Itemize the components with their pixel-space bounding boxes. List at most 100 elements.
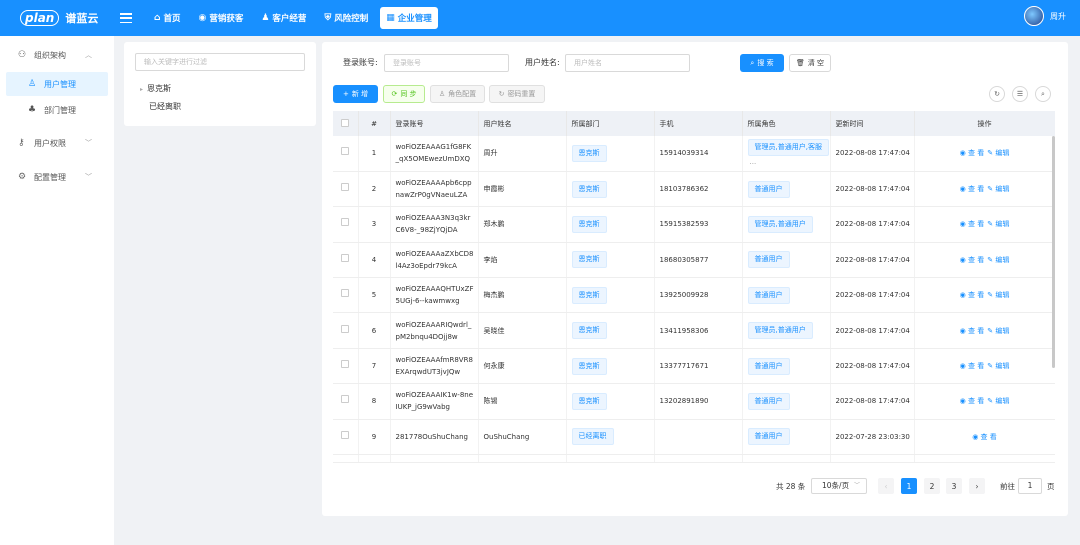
cell-account: woFiOZEAAAfmR8VR8EXArqwdUT3jvJQw bbox=[390, 348, 479, 385]
edit-button[interactable]: ✎ 编辑 bbox=[987, 256, 1009, 264]
row-checkbox[interactable] bbox=[333, 206, 359, 243]
search-icon[interactable]: ⌕ bbox=[1035, 86, 1051, 102]
row-checkbox[interactable] bbox=[333, 419, 359, 456]
row-checkbox[interactable] bbox=[333, 454, 359, 462]
view-label: 查 看 bbox=[968, 291, 985, 300]
page-3-button[interactable]: 3 bbox=[946, 478, 962, 494]
cell-account: woFiOZEAAARIQwdrl_pM2bnqu4DOjj8w bbox=[390, 312, 479, 349]
pagination: 共 28 条 10条/页 ﹀ ‹ 1 2 3 › 前往 1 页 bbox=[322, 478, 1068, 494]
view-button[interactable]: ◉ 查 看 bbox=[960, 397, 985, 405]
edit-button[interactable]: ✎ 编辑 bbox=[987, 220, 1009, 228]
row-index: 4 bbox=[358, 242, 391, 279]
nav-customer[interactable]: ♟ 客户经营 bbox=[255, 7, 312, 29]
table-row[interactable]: 9 281778OuShuChang OuShuChang 已经离职 普通用户 2022-… bbox=[333, 419, 1055, 456]
goto-page-input[interactable]: 1 bbox=[1018, 478, 1042, 494]
table-row[interactable]: 10woFiOZEAAAfam4LBYi8Y_ 恩克斯 普通用户 ◉ 查 看✎ 编辑 bbox=[333, 454, 1055, 462]
sidebar: ⚇ 组织架构 ︿ ♙ 用户管理 ♣ 部门管理 ⚷ 用户权限 ﹀ ⚙ 配置管理 ﹀ bbox=[0, 36, 114, 545]
table-row[interactable]: 3 woFiOZEAAA3N3q3krC6V8-_98ZjYQjDA 郑木鹏 恩克斯 1… bbox=[333, 206, 1055, 243]
table-row[interactable]: 1 woFiOZEAAAG1fG8FK_qX5OMEwezUmDXQ 周升 恩克斯 15… bbox=[333, 136, 1055, 172]
cell-time: 2022-08-08 17:47:04 bbox=[830, 171, 915, 208]
account-input[interactable]: 登录账号 bbox=[384, 54, 509, 72]
clear-button[interactable]: 🗑 清 空 bbox=[789, 54, 831, 72]
view-button[interactable]: ◉ 查 看 bbox=[960, 220, 985, 228]
edit-button[interactable]: ✎ 编辑 bbox=[987, 397, 1009, 405]
view-button[interactable]: ◉ 查 看 bbox=[960, 362, 985, 370]
sidebar-group-org[interactable]: ⚇ 组织架构 ︿ bbox=[0, 38, 114, 72]
edit-button[interactable]: ✎ 编辑 bbox=[987, 291, 1009, 299]
cell-account: woFiOZEAAA3N3q3krC6V8-_98ZjYQjDA bbox=[390, 206, 479, 243]
table-row[interactable]: 8 woFiOZEAAAIK1w-8neIUKP_jG9wVabg 陈锡 恩克斯 132… bbox=[333, 383, 1055, 420]
row-checkbox[interactable] bbox=[333, 383, 359, 420]
table-scrollbar[interactable] bbox=[1052, 136, 1055, 368]
view-button[interactable]: ◉ 查 看 bbox=[960, 185, 985, 193]
row-checkbox[interactable] bbox=[333, 312, 359, 349]
view-button[interactable]: ◉ 查 看 bbox=[960, 291, 985, 299]
tree-node-company[interactable]: ▸ 恩克斯 bbox=[140, 83, 171, 94]
sidebar-item-departments[interactable]: ♣ 部门管理 bbox=[0, 98, 114, 122]
menu-toggle-icon[interactable] bbox=[120, 13, 132, 23]
add-button[interactable]: + 新 增 bbox=[333, 85, 378, 103]
cell-role: 普通用户 bbox=[742, 419, 831, 456]
sync-icon: ⟳ bbox=[391, 90, 398, 98]
search-icon: ⌕ bbox=[750, 58, 755, 67]
tree-node-resigned[interactable]: 已经离职 bbox=[149, 101, 181, 112]
prev-page-button[interactable]: ‹ bbox=[878, 478, 894, 494]
row-checkbox[interactable] bbox=[333, 171, 359, 208]
cell-account: woFiOZEAAAQHTUxZF5UGj-6--kawmwxg bbox=[390, 277, 479, 314]
row-index: 8 bbox=[358, 383, 391, 420]
view-label: 查 看 bbox=[968, 326, 985, 335]
sidebar-group-permissions[interactable]: ⚷ 用户权限 ﹀ bbox=[0, 126, 114, 160]
trash-icon: 🗑 bbox=[795, 59, 805, 67]
cell-phone: 13925009928 bbox=[654, 277, 743, 314]
page-1-button[interactable]: 1 bbox=[901, 478, 917, 494]
cell-name: 郑木鹏 bbox=[478, 206, 567, 243]
nav-marketing[interactable]: ◉ 营销获客 bbox=[192, 7, 249, 29]
table-row[interactable]: 5 woFiOZEAAAQHTUxZF5UGj-6--kawmwxg 梅杰鹏 恩克斯 1… bbox=[333, 277, 1055, 314]
edit-button[interactable]: ✎ 编辑 bbox=[987, 185, 1009, 193]
tree-filter-input[interactable]: 输入关键字进行过滤 bbox=[135, 53, 305, 71]
columns-icon[interactable]: ☰ bbox=[1012, 86, 1028, 102]
table-row[interactable]: 2 woFiOZEAAAApb6cppnawZrP0gVNaeuLZA 申霞彬 恩克斯… bbox=[333, 171, 1055, 208]
row-checkbox[interactable] bbox=[333, 277, 359, 314]
view-button[interactable]: ◉ 查 看 bbox=[960, 256, 985, 264]
page-2-button[interactable]: 2 bbox=[924, 478, 940, 494]
cell-dept: 恩克斯 bbox=[566, 383, 655, 420]
table-row[interactable]: 7 woFiOZEAAAfmR8VR8EXArqwdUT3jvJQw 何永康 恩克斯 1… bbox=[333, 348, 1055, 385]
nav-home[interactable]: ⌂ 首页 bbox=[148, 7, 186, 29]
user-menu[interactable]: 周升 bbox=[1024, 6, 1066, 26]
nav-risk[interactable]: ⛨ 风险控制 bbox=[318, 7, 374, 29]
nav-enterprise[interactable]: ▦ 企业管理 bbox=[380, 7, 438, 29]
reset-password-button[interactable]: ↻ 密码重置 bbox=[489, 85, 545, 103]
edit-button[interactable]: ✎ 编辑 bbox=[987, 362, 1009, 370]
row-checkbox[interactable] bbox=[333, 242, 359, 279]
row-index: 3 bbox=[358, 206, 391, 243]
sidebar-group-config[interactable]: ⚙ 配置管理 ﹀ bbox=[0, 160, 114, 194]
view-button[interactable]: ◉ 查 看 bbox=[960, 327, 985, 335]
view-button[interactable]: ◉ 查 看 bbox=[960, 149, 985, 157]
name-input[interactable]: 用户姓名 bbox=[565, 54, 690, 72]
sync-button[interactable]: ⟳ 同 步 bbox=[383, 85, 425, 103]
table-header-row: # 登录账号 用户姓名 所属部门 手机 所属角色 更新时间 操作 bbox=[333, 111, 1055, 136]
table-row[interactable]: 4 woFiOZEAAAaZXbCD8l4Az3oEpdr79kcA 李焰 恩克斯 18… bbox=[333, 242, 1055, 279]
cell-role: 普通用户 bbox=[742, 454, 831, 462]
logo[interactable]: plan 谱蓝云 bbox=[20, 10, 116, 26]
search-button[interactable]: ⌕ 搜 索 bbox=[740, 54, 784, 72]
page-size-select[interactable]: 10条/页 ﹀ bbox=[811, 478, 867, 494]
edit-button[interactable]: ✎ 编辑 bbox=[987, 149, 1009, 157]
edit-button[interactable]: ✎ 编辑 bbox=[987, 327, 1009, 335]
nav-enterprise-label: 企业管理 bbox=[397, 14, 432, 24]
sidebar-item-users[interactable]: ♙ 用户管理 bbox=[6, 72, 108, 96]
role-config-button[interactable]: ♙ 角色配置 bbox=[430, 85, 485, 103]
table-row[interactable]: 6 woFiOZEAAARIQwdrl_pM2bnqu4DOjj8w 吴晓佳 恩克斯 1… bbox=[333, 312, 1055, 349]
view-button[interactable]: ◉ 查 看 bbox=[972, 433, 997, 441]
shield-icon: ⛨ bbox=[324, 13, 332, 23]
caret-right-icon[interactable]: ▸ bbox=[140, 86, 143, 93]
next-page-button[interactable]: › bbox=[969, 478, 985, 494]
select-all-checkbox[interactable] bbox=[333, 111, 359, 136]
edit-label: 编辑 bbox=[995, 185, 1010, 194]
refresh-icon[interactable]: ↻ bbox=[989, 86, 1005, 102]
row-checkbox[interactable] bbox=[333, 136, 359, 172]
row-checkbox[interactable] bbox=[333, 348, 359, 385]
chevron-down-icon: ﹀ bbox=[853, 482, 860, 489]
role-more: ... bbox=[749, 157, 757, 166]
